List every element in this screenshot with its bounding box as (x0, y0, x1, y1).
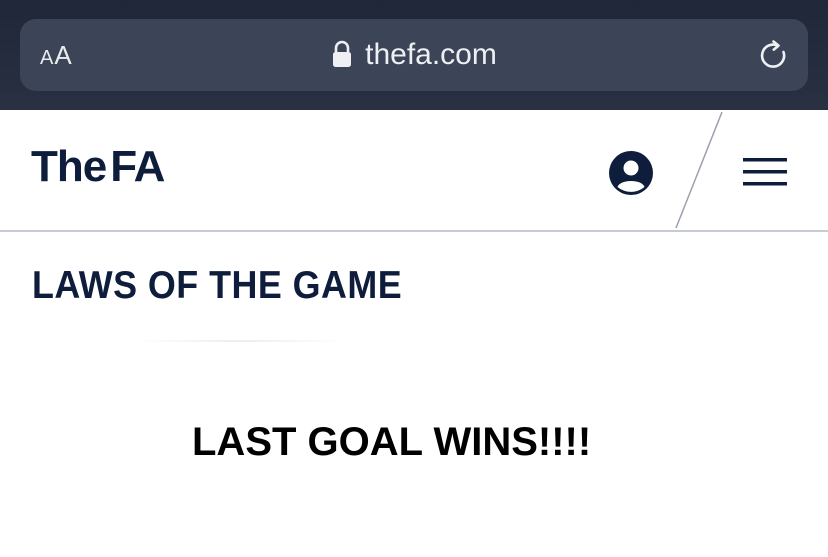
address-bar[interactable]: AA thefa.com (20, 19, 808, 91)
url-display[interactable]: thefa.com (20, 37, 808, 73)
site-header: TheFA (0, 110, 828, 232)
thefa-logo[interactable]: TheFA (31, 142, 165, 192)
logo-the: The (31, 142, 107, 191)
user-account-icon[interactable] (608, 150, 654, 196)
logo-fa: FA (110, 142, 165, 191)
faint-divider (135, 340, 345, 342)
browser-chrome: AA thefa.com (0, 0, 828, 110)
body-text: LAST GOAL WINS!!!! (192, 420, 592, 464)
hamburger-menu-icon[interactable] (741, 154, 789, 190)
lock-icon (333, 40, 352, 67)
reload-icon[interactable] (756, 37, 792, 73)
url-text: thefa.com (365, 38, 497, 71)
page-title: LAWS OF THE GAME (32, 264, 403, 307)
header-divider (675, 111, 723, 229)
